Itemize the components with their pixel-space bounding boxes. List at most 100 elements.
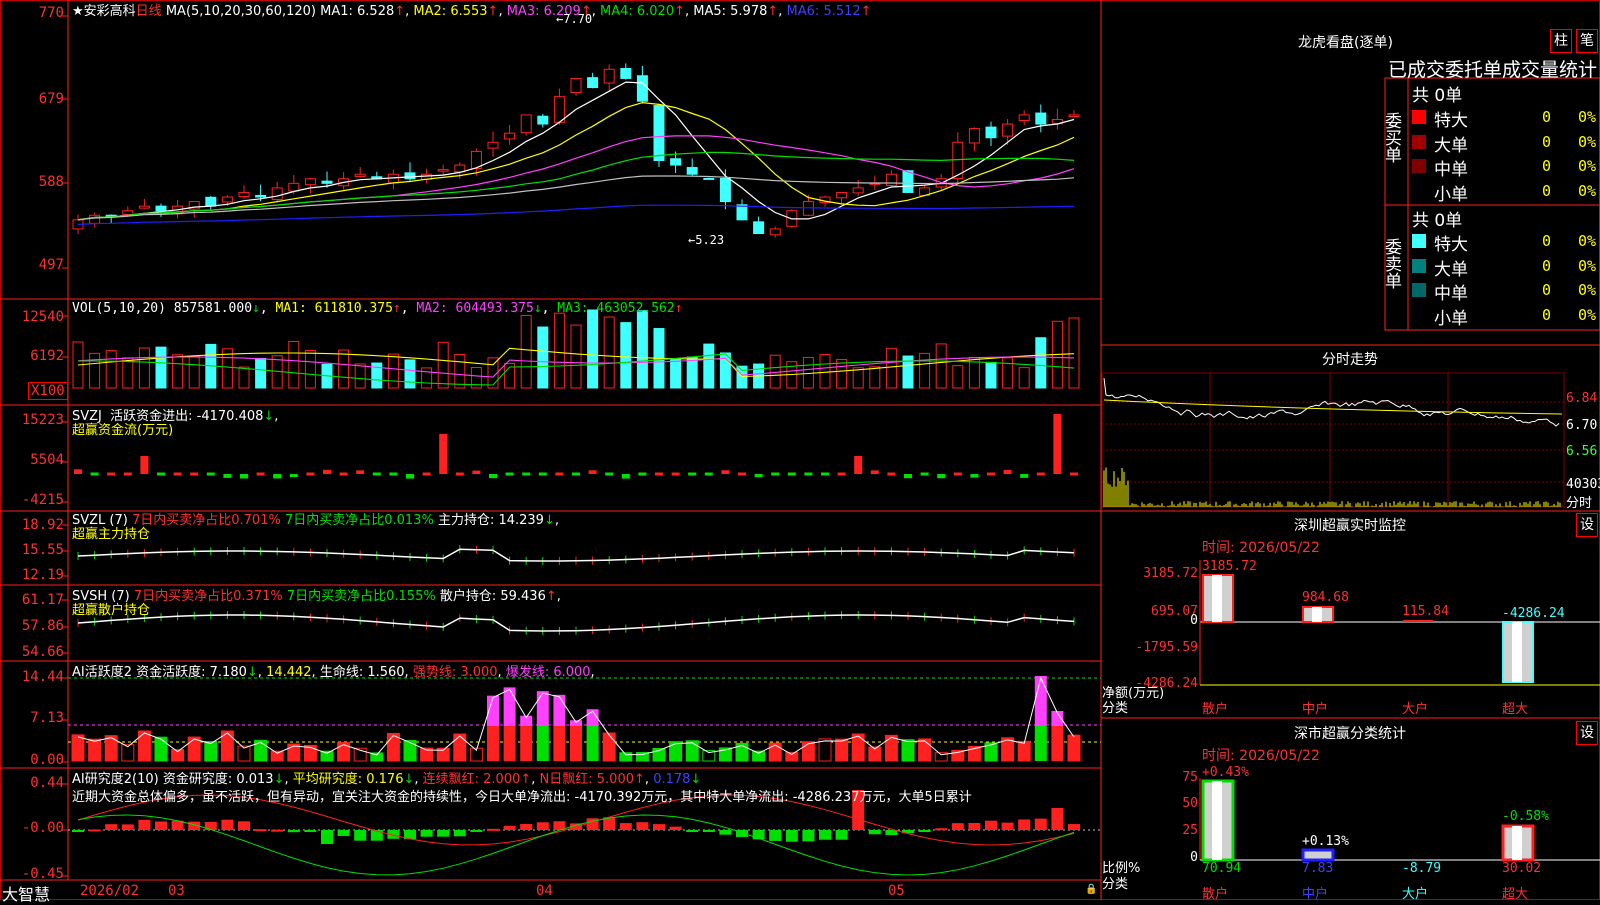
ai1-bar-top bbox=[570, 720, 582, 726]
svzj-bar bbox=[306, 472, 315, 476]
svzj-subtitle: 超赢资金流(万元) bbox=[72, 423, 174, 438]
ai1-bar bbox=[835, 738, 849, 762]
ai1-bar bbox=[586, 726, 599, 761]
period-label[interactable]: 日线 bbox=[136, 4, 162, 19]
volume-bar bbox=[520, 314, 532, 389]
candle-body bbox=[670, 158, 682, 166]
volume-bar bbox=[885, 347, 897, 389]
ai1-bar bbox=[851, 733, 865, 762]
sz-bar-large bbox=[1403, 620, 1433, 622]
ai1-bar bbox=[901, 739, 915, 762]
sell-swatch bbox=[1412, 234, 1426, 248]
buy-row-pct: 0% bbox=[1578, 157, 1597, 175]
candle-body bbox=[1018, 114, 1030, 122]
volume-bar bbox=[437, 341, 449, 389]
svzj-bar bbox=[870, 470, 879, 474]
svzj-bar bbox=[787, 472, 796, 476]
svzj-bar bbox=[904, 474, 912, 479]
ss-axis-3: 25 bbox=[1182, 823, 1198, 838]
ai1-bar-top bbox=[1034, 676, 1047, 726]
volume-bar bbox=[188, 355, 200, 389]
ss-settings-button[interactable]: 设 bbox=[1576, 721, 1598, 745]
ai2-bar bbox=[238, 821, 250, 830]
buy-row-name: 小单 bbox=[1434, 184, 1468, 205]
sz-axis-4: -1795.59 bbox=[1135, 640, 1198, 655]
svzl-axis-2: 15.55 bbox=[21, 542, 64, 558]
ss-cat-3: 大户 bbox=[1402, 887, 1429, 902]
lhkp-title: 龙虎看盘(逐单) bbox=[1298, 35, 1393, 51]
ai2-bar bbox=[702, 830, 715, 832]
svzj-bar bbox=[472, 470, 481, 474]
ma-line-3 bbox=[77, 135, 1075, 221]
sz-label-3: 115.84 bbox=[1402, 604, 1449, 619]
svzj-bar bbox=[572, 472, 580, 476]
buy-side-label: 委买单 bbox=[1381, 112, 1401, 163]
svzj-bar bbox=[987, 472, 995, 476]
date-start: 2026/02 bbox=[80, 883, 140, 899]
ai1-bar bbox=[818, 738, 832, 762]
sz-monitor-title: 深圳超赢实时监控 bbox=[1294, 518, 1406, 534]
ai2-bar bbox=[985, 820, 997, 830]
candle-body bbox=[1068, 114, 1080, 117]
ai2-bar bbox=[653, 824, 665, 830]
volume-bar bbox=[636, 310, 648, 389]
tick-mode-button[interactable]: 笔 bbox=[1576, 29, 1598, 53]
svzj-bar bbox=[489, 474, 497, 479]
main-header: ★安彩高科日线 MA(5,10,20,30,60,120) MA1: 6.528… bbox=[72, 4, 872, 19]
ai1-bar bbox=[918, 738, 932, 762]
svzj-bar bbox=[1020, 474, 1029, 478]
svsh-axis-3: 54.66 bbox=[21, 644, 64, 660]
kline-chart[interactable] bbox=[0, 0, 1600, 900]
svzj-bar bbox=[505, 472, 514, 476]
ai2-bar bbox=[321, 830, 333, 844]
buy-row-pct: 0% bbox=[1578, 108, 1597, 126]
favorite-star-icon[interactable]: ★ bbox=[72, 4, 84, 19]
svzj-bar bbox=[953, 472, 962, 476]
ai1-bar bbox=[1017, 740, 1031, 762]
sz-settings-button[interactable]: 设 bbox=[1576, 513, 1598, 537]
buy-swatch bbox=[1412, 183, 1426, 198]
ma2-value: MA2: 6.553 bbox=[413, 4, 488, 19]
ai1-bar bbox=[154, 736, 168, 762]
ai1-bar-top bbox=[536, 691, 549, 726]
volume-bar bbox=[587, 309, 599, 389]
ai1-bar bbox=[1067, 734, 1081, 762]
svzj-bar bbox=[821, 472, 829, 476]
ai2-axis-1: 0.44 bbox=[30, 775, 64, 791]
ma1-value: MA1: 6.528 bbox=[320, 4, 395, 19]
fs-unit: 分时 bbox=[1566, 496, 1593, 511]
high-marker: ←7.70 bbox=[556, 12, 593, 26]
svsh-axis-1: 61.17 bbox=[21, 592, 64, 608]
volume-bar bbox=[238, 366, 250, 389]
vol-unit-button[interactable]: X100 bbox=[28, 382, 68, 400]
ai2-bar bbox=[420, 830, 433, 837]
bar-mode-button[interactable]: 柱 bbox=[1550, 29, 1572, 53]
ai1-bar bbox=[204, 741, 218, 762]
svzj-axis-1: 15223 bbox=[21, 412, 64, 428]
svzj-bar bbox=[356, 470, 365, 474]
sell-row-pct: 0% bbox=[1578, 281, 1597, 299]
volume-bar bbox=[172, 354, 184, 389]
volume-bar bbox=[570, 324, 582, 389]
candle-body bbox=[271, 187, 283, 200]
ai1-bar bbox=[536, 726, 549, 761]
ai2-bar bbox=[669, 826, 682, 830]
ma5-value: MA5: 5.978 bbox=[693, 4, 768, 19]
sell-row-pct: 0% bbox=[1578, 232, 1597, 250]
ss-bar-mid bbox=[1301, 848, 1335, 862]
buy-swatch bbox=[1412, 159, 1426, 173]
ai2-bar bbox=[254, 829, 267, 832]
svzj-bar bbox=[638, 472, 647, 476]
ai2-bar bbox=[437, 830, 450, 837]
candle-body bbox=[620, 68, 632, 79]
ai1-bar bbox=[453, 733, 467, 762]
ai1-axis-3: 0.00 bbox=[30, 752, 64, 768]
sell-swatch bbox=[1412, 307, 1426, 322]
lock-icon[interactable]: 🔒 bbox=[1085, 884, 1097, 895]
svzj-bar bbox=[837, 472, 846, 476]
ai2-bar bbox=[802, 830, 815, 842]
svzj-bar bbox=[721, 470, 730, 474]
sz-cat-3: 大户 bbox=[1402, 702, 1429, 717]
candle-body bbox=[454, 164, 466, 173]
volume-bar bbox=[670, 358, 682, 389]
